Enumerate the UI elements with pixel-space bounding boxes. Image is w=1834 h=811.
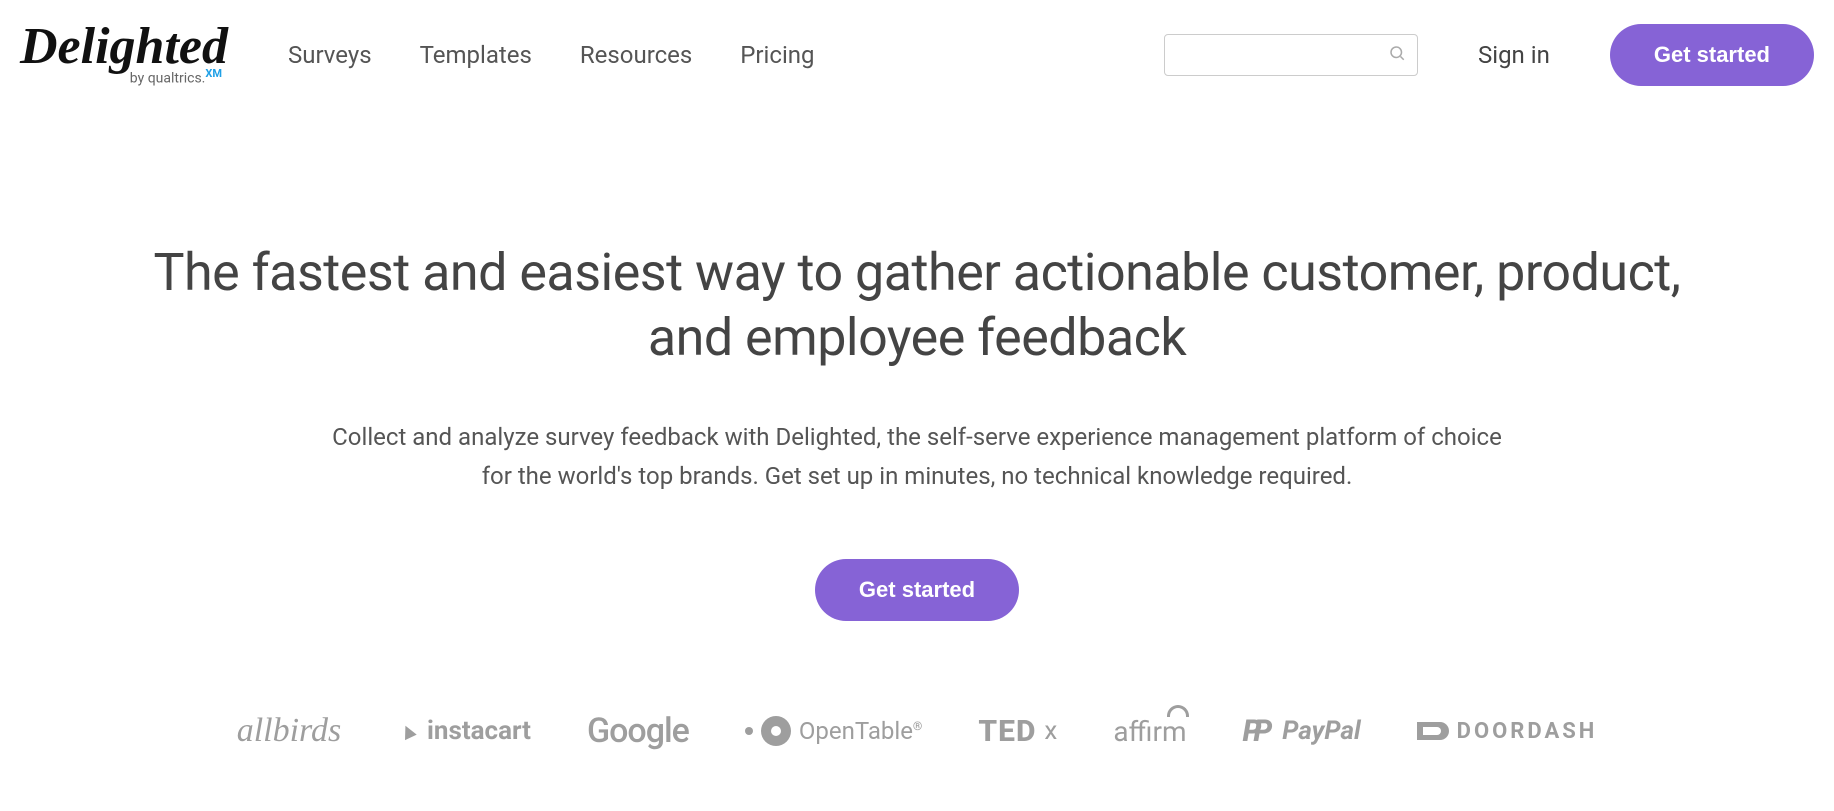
nav-templates[interactable]: Templates xyxy=(420,41,532,69)
nav-surveys[interactable]: Surveys xyxy=(288,41,372,69)
signin-link[interactable]: Sign in xyxy=(1478,41,1550,69)
logo-tedx: TEDx xyxy=(978,714,1057,749)
dot-icon xyxy=(745,727,753,735)
logo-affirm: affirm xyxy=(1113,715,1186,748)
nav-pricing[interactable]: Pricing xyxy=(740,41,814,69)
search-icon[interactable] xyxy=(1388,44,1406,66)
logo-paypal: PP PayPal xyxy=(1243,714,1361,749)
nav-resources[interactable]: Resources xyxy=(580,41,692,69)
wing-icon xyxy=(1417,722,1449,740)
logo-instacart: ▲instacart xyxy=(397,716,531,746)
header-cta-button[interactable]: Get started xyxy=(1610,24,1814,86)
hero-cta-button[interactable]: Get started xyxy=(815,559,1019,621)
carrot-icon: ▲ xyxy=(393,715,424,748)
brand-byline: by qualtrics.XM xyxy=(20,67,228,87)
hero-section: The fastest and easiest way to gather ac… xyxy=(0,110,1834,751)
ring-icon xyxy=(761,716,791,746)
search-box xyxy=(1164,34,1418,76)
site-header: Delighted by qualtrics.XM Surveys Templa… xyxy=(0,0,1834,110)
hero-headline: The fastest and easiest way to gather ac… xyxy=(120,240,1714,370)
brand-name: Delighted xyxy=(20,24,228,71)
logo-opentable: OpenTable® xyxy=(745,716,923,746)
brand-logo-row: allbirds ▲instacart Google OpenTable® TE… xyxy=(120,711,1714,751)
hero-subhead: Collect and analyze survey feedback with… xyxy=(317,418,1517,495)
logo-google: Google xyxy=(587,711,689,751)
paypal-p-icon: PP xyxy=(1243,714,1265,749)
search-input[interactable] xyxy=(1164,34,1418,76)
logo-allbirds: allbirds xyxy=(237,712,342,750)
main-nav: Surveys Templates Resources Pricing xyxy=(288,41,815,69)
brand-logo[interactable]: Delighted by qualtrics.XM xyxy=(20,24,228,86)
logo-doordash: DOORDASH xyxy=(1417,719,1598,744)
arc-icon xyxy=(1167,705,1189,717)
